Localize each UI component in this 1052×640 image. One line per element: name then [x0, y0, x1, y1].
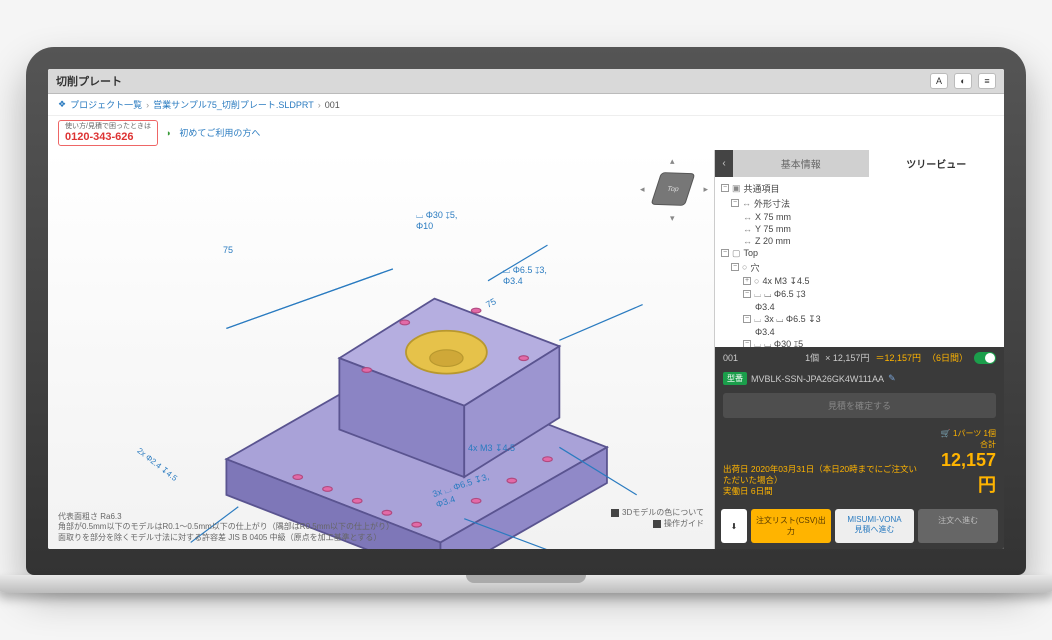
- crumb-projects[interactable]: プロジェクト一覧: [70, 98, 142, 111]
- support-phone[interactable]: 使い方/見積で困ったときは 0120-343-626: [58, 120, 158, 146]
- crumb-current: 001: [325, 100, 340, 110]
- order-line-total: ＝12,157円: [875, 351, 921, 364]
- order-unit-price: × 12,157円: [825, 351, 869, 364]
- expand-icon[interactable]: +: [743, 277, 751, 285]
- collapse-icon[interactable]: −: [743, 315, 751, 323]
- link-3d-colors[interactable]: 3Dモデルの色について: [611, 507, 704, 518]
- order-summary: 001 1個 × 12,157円 ＝12,157円 （6日間） 型番 MVBLK…: [715, 347, 1004, 422]
- tree-leaf[interactable]: Z 20 mm: [755, 236, 791, 246]
- order-toggle[interactable]: [974, 352, 996, 364]
- font-size-button[interactable]: A: [930, 73, 948, 89]
- confirm-quote-button[interactable]: 見積を確定する: [723, 393, 996, 418]
- cbore-icon: ⌴: [754, 314, 761, 325]
- tolerance-note: 面取りを部分を除くモデル寸法に対する許容差 JIS B 0405 中級（原点を加…: [58, 533, 394, 543]
- part-drawing: [48, 150, 714, 549]
- ship-date-value: 2020年03月31日（本日20時までにご注文いただいた場合）: [723, 464, 917, 485]
- axis-icon: ↔: [743, 212, 752, 222]
- collapse-icon[interactable]: −: [721, 184, 729, 192]
- home-icon[interactable]: ❖: [58, 99, 66, 110]
- total-amount: 12,157円: [941, 450, 996, 495]
- collapse-icon[interactable]: −: [731, 263, 739, 271]
- roughness-note: 代表面粗さ Ra6.3: [58, 512, 394, 522]
- camera-button[interactable]: ◐: [954, 73, 972, 89]
- folder-icon: ▣: [732, 183, 741, 194]
- order-id: 001: [723, 353, 738, 363]
- tree-leaf[interactable]: Φ3.4: [755, 327, 775, 337]
- export-csv-button[interactable]: 注文リスト(CSV)出力: [751, 509, 831, 543]
- phone-label: 使い方/見積で困ったときは: [65, 123, 151, 131]
- ship-date-label: 出荷日: [723, 464, 749, 474]
- face-icon: ▢: [732, 248, 741, 259]
- 3d-viewport[interactable]: 75 75 ⌴ Φ30 ↧5,Φ10 ⌴ Φ6.5 ↧3,Φ3.4 4x M3 …: [48, 150, 714, 549]
- tree-leaf[interactable]: X 75 mm: [755, 212, 791, 222]
- tab-basic-info[interactable]: 基本情報: [733, 150, 869, 177]
- axis-icon: ↔: [743, 236, 752, 246]
- chevron-left-icon[interactable]: ◂: [640, 184, 645, 195]
- tree-leaf[interactable]: 3x ⌴ Φ6.5 ↧3: [764, 314, 820, 325]
- chevron-down-icon[interactable]: ▾: [670, 213, 675, 224]
- cart-summary: 🛒 1パーツ 1個: [941, 429, 996, 438]
- lead-value: 6日間: [751, 486, 773, 496]
- part-badge: 型番: [723, 372, 747, 385]
- page-title: 切削プレート: [56, 73, 924, 89]
- hole-icon: ○: [742, 262, 747, 272]
- cbore-icon: ⌴: [754, 339, 761, 347]
- tree-leaf[interactable]: 4x M3 ↧4.5: [762, 276, 809, 287]
- cbore-icon: ⌴: [754, 289, 761, 300]
- order-days: （6日間）: [927, 351, 968, 364]
- collapse-icon[interactable]: −: [731, 199, 739, 207]
- axis-icon: ↔: [743, 224, 752, 234]
- tree-node[interactable]: Top: [744, 248, 759, 258]
- vona-quote-button[interactable]: MISUMI-VONA 見積へ進む: [835, 509, 915, 543]
- dim-label: ⌴ Φ6.5 ↧3,Φ3.4: [503, 265, 547, 286]
- chevron-right-icon[interactable]: ▸: [703, 184, 708, 195]
- tree-leaf[interactable]: ⌴ Φ6.5 ↧3: [764, 289, 805, 300]
- tree-node[interactable]: 外形寸法: [754, 197, 790, 210]
- hole-icon: ○: [754, 276, 759, 286]
- shield-icon: ◗: [166, 128, 171, 138]
- shipping-info: 出荷日 2020年03月31日（本日20時までにご注文いただいた場合） 実働日 …: [715, 422, 1004, 503]
- breadcrumb: ❖ プロジェクト一覧 › 営業サンプル75_切削プレート.SLDPRT › 00…: [48, 94, 1004, 116]
- edit-icon[interactable]: ✎: [888, 373, 896, 384]
- separator-icon: ›: [146, 100, 149, 110]
- view-cube[interactable]: ▴ ◂ ▸ ▾ Top: [642, 158, 706, 222]
- part-number: MVBLK-SSN-JPA26GK4W111AA: [751, 374, 884, 384]
- footer-notes: 代表面粗さ Ra6.3 角部が0.5mm以下のモデルはR0.1〜0.5mm以下の…: [58, 512, 394, 543]
- lead-label: 実働日: [723, 486, 749, 496]
- collapse-icon[interactable]: −: [721, 249, 729, 257]
- proceed-order-button[interactable]: 注文へ進む: [918, 509, 998, 543]
- link-guide[interactable]: 操作ガイド: [611, 518, 704, 529]
- tree-node[interactable]: 共通項目: [744, 182, 780, 195]
- feature-tree[interactable]: −▣共通項目 −↔外形寸法 ↔X 75 mm ↔Y 75 mm ↔Z 20 mm…: [715, 177, 1004, 347]
- collapse-panel-button[interactable]: ‹: [715, 150, 733, 177]
- tree-node[interactable]: 穴: [750, 261, 759, 274]
- collapse-icon[interactable]: −: [743, 340, 751, 347]
- tolerance-note: 角部が0.5mm以下のモデルはR0.1〜0.5mm以下の仕上がり（隅部はR0.5…: [58, 522, 394, 532]
- first-time-link[interactable]: 初めてご利用の方へ: [179, 126, 260, 139]
- total-label: 合計: [980, 440, 996, 449]
- layout-button[interactable]: ≡: [978, 73, 996, 89]
- order-qty: 1個: [805, 351, 819, 364]
- dimension-icon: ↔: [742, 198, 751, 208]
- collapse-icon[interactable]: −: [743, 290, 751, 298]
- crumb-file[interactable]: 営業サンプル75_切削プレート.SLDPRT: [153, 98, 314, 111]
- tree-leaf[interactable]: Φ3.4: [755, 302, 775, 312]
- dim-label: 75: [223, 245, 233, 255]
- download-icon[interactable]: ⬇: [721, 509, 747, 543]
- separator-icon: ›: [318, 100, 321, 110]
- tree-leaf[interactable]: ⌴ Φ30 ↧5: [764, 339, 803, 347]
- chevron-up-icon[interactable]: ▴: [670, 156, 675, 167]
- dim-label: 4x M3 ↧4.5: [468, 443, 515, 454]
- view-cube-face[interactable]: Top: [651, 172, 696, 206]
- tree-leaf[interactable]: Y 75 mm: [755, 224, 791, 234]
- dim-label: ⌴ Φ30 ↧5,Φ10: [416, 210, 457, 231]
- tab-tree-view[interactable]: ツリービュー: [869, 150, 1005, 177]
- phone-number: 0120-343-626: [65, 131, 151, 143]
